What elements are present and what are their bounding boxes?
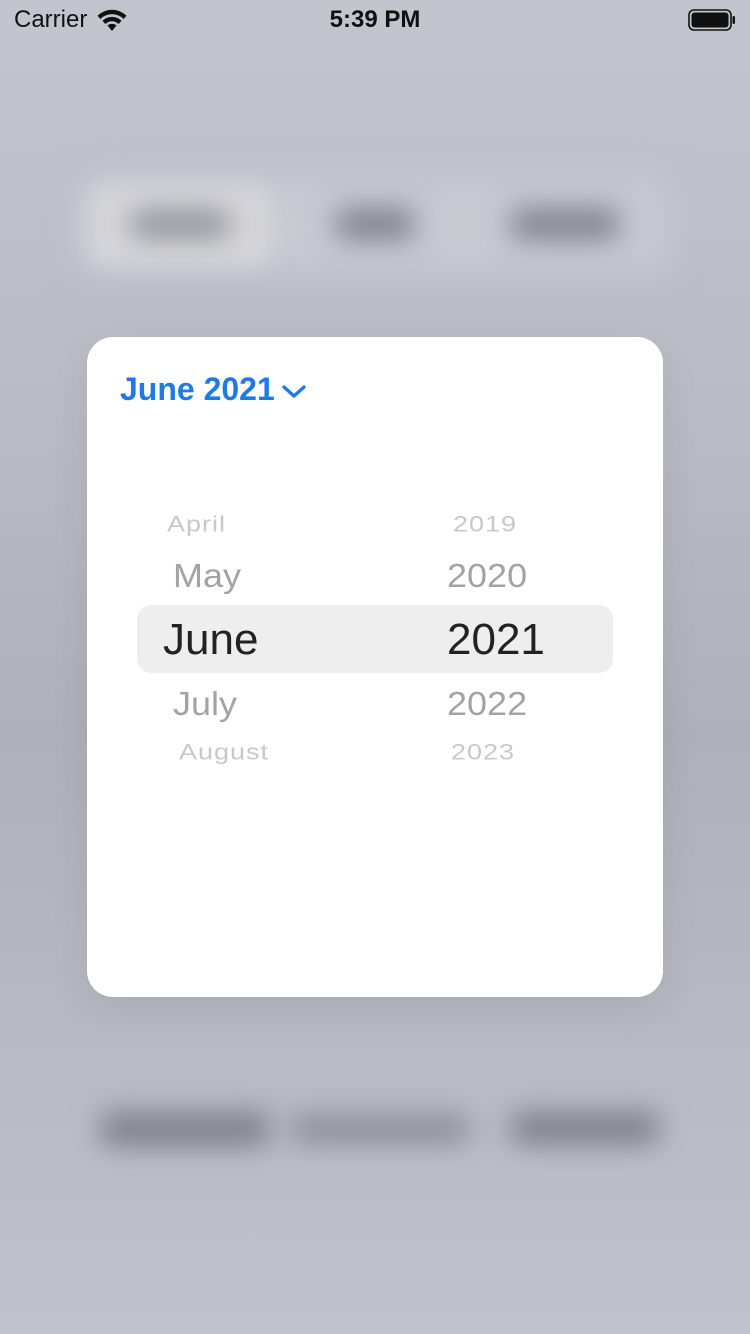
month-year-toggle-button[interactable]: June 2021 bbox=[120, 371, 307, 408]
year-option[interactable]: 2019 bbox=[453, 512, 517, 537]
status-bar: Carrier 5:39 PM bbox=[0, 0, 750, 40]
status-time: 5:39 PM bbox=[329, 6, 421, 33]
battery-icon bbox=[688, 9, 735, 31]
blurred-segment-label bbox=[510, 208, 620, 240]
blurred-text bbox=[100, 1112, 270, 1146]
month-option[interactable]: April bbox=[167, 512, 226, 537]
year-option[interactable]: 2023 bbox=[451, 740, 515, 765]
month-option-selected[interactable]: June bbox=[163, 615, 258, 665]
year-wheel[interactable]: 2019 2020 2021 2022 2023 bbox=[447, 497, 607, 787]
month-year-label: June 2021 bbox=[120, 371, 275, 407]
blurred-text bbox=[290, 1115, 470, 1143]
year-option[interactable]: 2022 bbox=[447, 684, 527, 723]
blurred-segment-label bbox=[130, 210, 230, 238]
month-option[interactable]: May bbox=[173, 556, 241, 595]
month-option[interactable]: July bbox=[173, 684, 237, 723]
blurred-text bbox=[510, 1112, 660, 1144]
blurred-segment-label bbox=[335, 208, 415, 240]
month-year-wheel-picker[interactable]: April May June July August 2019 2020 202… bbox=[137, 497, 613, 787]
month-option[interactable]: August bbox=[179, 740, 269, 765]
chevron-down-icon bbox=[282, 384, 306, 398]
month-wheel[interactable]: April May June July August bbox=[163, 497, 413, 787]
date-picker-popover: June 2021 April May June July August 201… bbox=[87, 337, 663, 997]
year-option[interactable]: 2020 bbox=[447, 556, 527, 595]
year-option-selected[interactable]: 2021 bbox=[447, 615, 545, 665]
